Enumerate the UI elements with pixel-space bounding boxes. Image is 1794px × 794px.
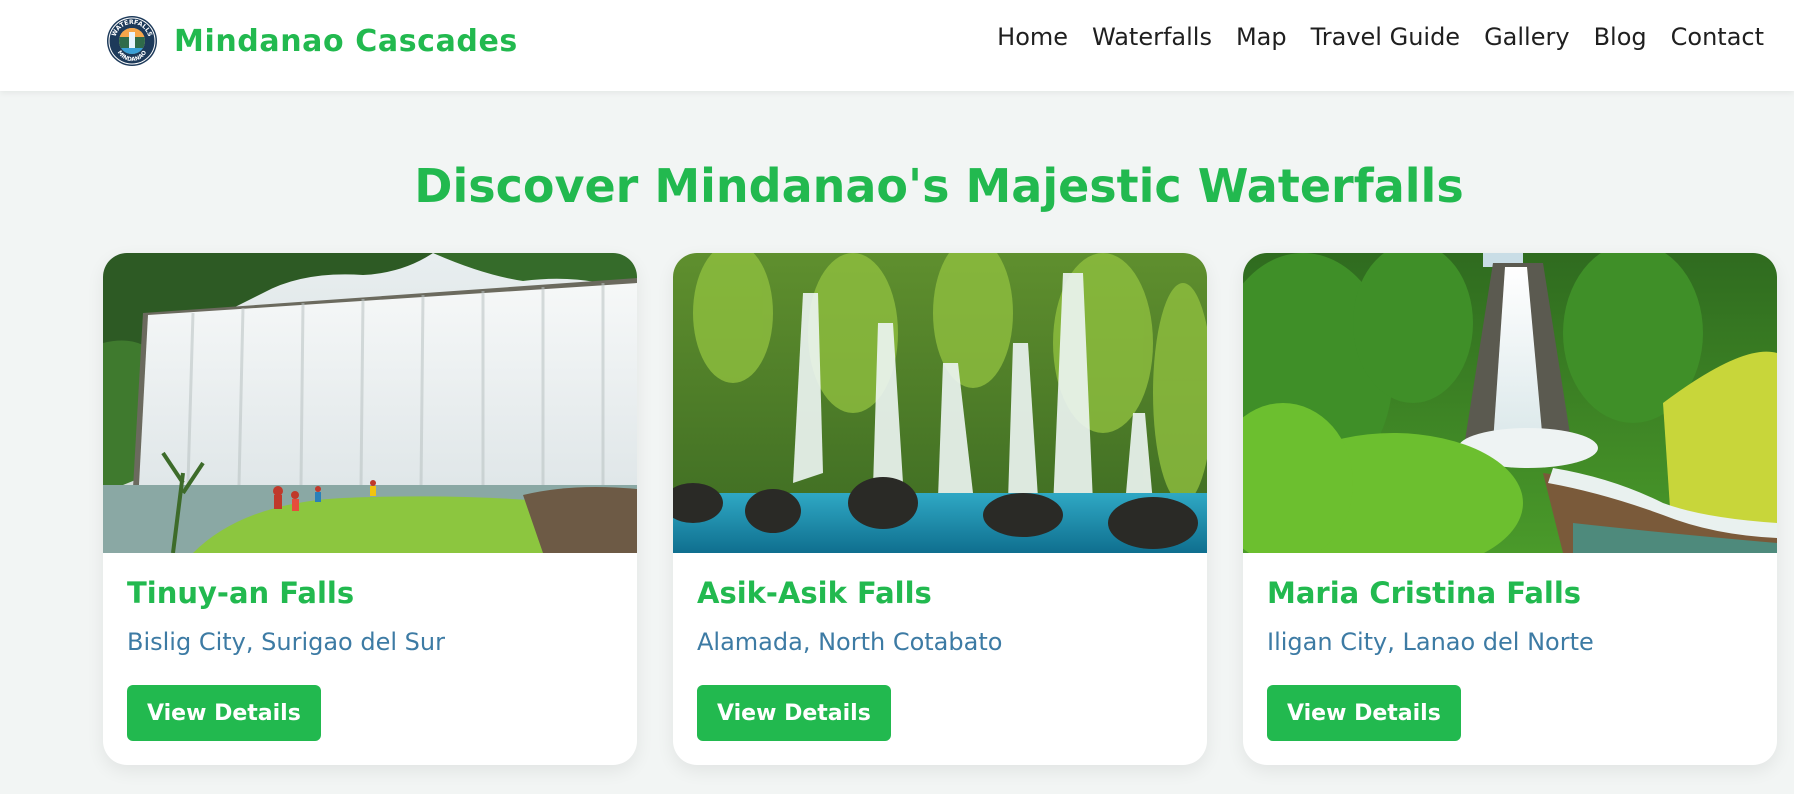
nav-link-gallery[interactable]: Gallery: [1484, 23, 1569, 51]
nav-link-map[interactable]: Map: [1236, 23, 1287, 51]
main-nav: Home Waterfalls Map Travel Guide Gallery…: [997, 23, 1764, 51]
waterfall-card: Tinuy-an Falls Bislig City, Surigao del …: [103, 253, 637, 765]
nav-link-home[interactable]: Home: [997, 23, 1068, 51]
card-location: Alamada, North Cotabato: [697, 628, 1003, 656]
brand[interactable]: WATERFALLS MINDANAO Mindanao Cascades: [106, 15, 518, 67]
asik-asik-falls-image[interactable]: [673, 253, 1207, 553]
nav-link-contact[interactable]: Contact: [1671, 23, 1764, 51]
card-title: Maria Cristina Falls: [1267, 576, 1582, 610]
maria-cristina-falls-image[interactable]: [1243, 253, 1777, 553]
waterfall-card: Asik-Asik Falls Alamada, North Cotabato …: [673, 253, 1207, 765]
card-location: Bislig City, Surigao del Sur: [127, 628, 445, 656]
site-name[interactable]: Mindanao Cascades: [174, 24, 518, 59]
tinuy-an-falls-image[interactable]: [103, 253, 637, 553]
nav-link-waterfalls[interactable]: Waterfalls: [1092, 23, 1212, 51]
view-details-button[interactable]: View Details: [697, 685, 891, 741]
nav-link-blog[interactable]: Blog: [1594, 23, 1647, 51]
view-details-button[interactable]: View Details: [127, 685, 321, 741]
view-details-button[interactable]: View Details: [1267, 685, 1461, 741]
card-title: Asik-Asik Falls: [697, 576, 932, 610]
site-header: WATERFALLS MINDANAO Mindanao Cascades Ho…: [0, 0, 1794, 91]
site-logo-icon[interactable]: WATERFALLS MINDANAO: [106, 15, 158, 67]
card-title: Tinuy-an Falls: [127, 576, 355, 610]
page-title: Discover Mindanao's Majestic Waterfalls: [414, 159, 1464, 213]
waterfall-card: Maria Cristina Falls Iligan City, Lanao …: [1243, 253, 1777, 765]
nav-link-travel-guide[interactable]: Travel Guide: [1311, 23, 1460, 51]
card-location: Iligan City, Lanao del Norte: [1267, 628, 1594, 656]
waterfall-card-list: Tinuy-an Falls Bislig City, Surigao del …: [103, 253, 1777, 765]
